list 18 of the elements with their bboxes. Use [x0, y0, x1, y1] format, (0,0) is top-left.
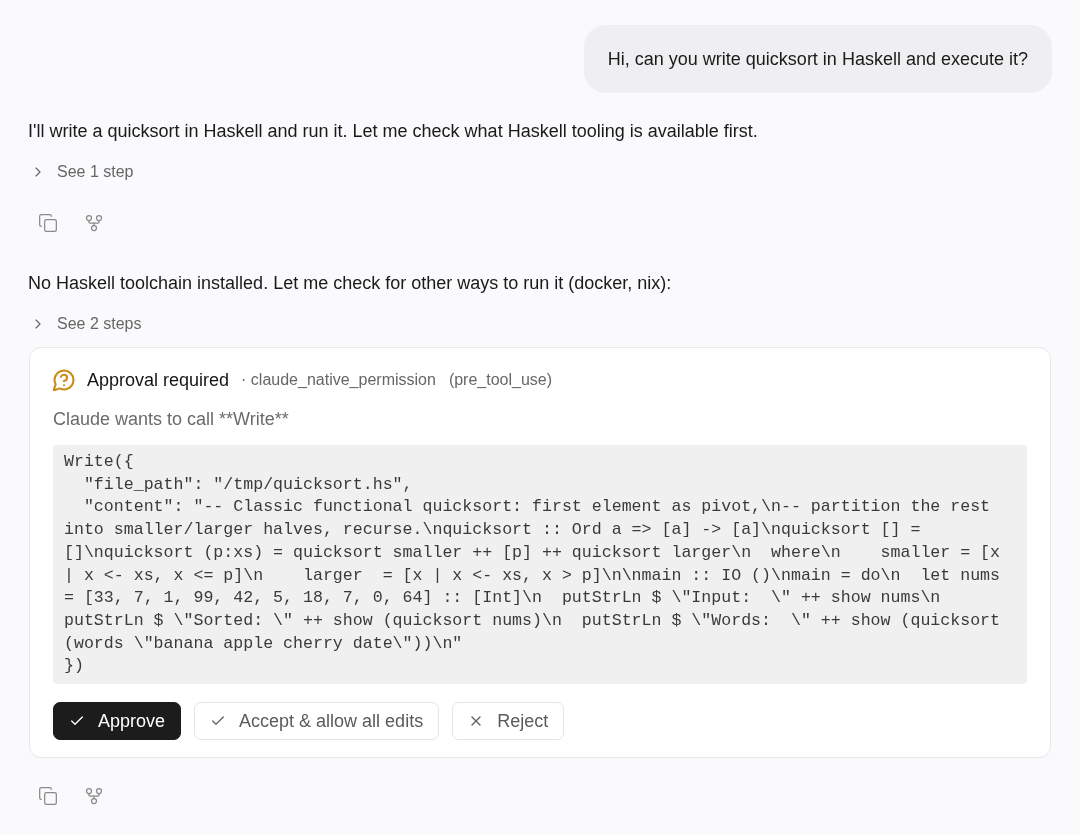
see-steps-link[interactable]: See 1 step	[57, 160, 134, 184]
reject-button[interactable]: Reject	[452, 702, 565, 741]
approval-title: Approval required	[87, 369, 230, 392]
assistant-message: I'll write a quicksort in Haskell and run it. Let me check what Haskell tooling is available first.	[28, 120, 759, 143]
assistant-message: No Haskell toolchain installed. Let me check for other ways to run it (docker, nix):	[28, 272, 673, 295]
hook-tag: (pre_tool_use)	[448, 368, 553, 392]
accept-all-button[interactable]: Accept & allow all edits	[194, 702, 440, 741]
branch-icon[interactable]	[84, 786, 104, 807]
copy-icon[interactable]	[38, 786, 58, 807]
user-message-bubble: Hi, can you write quicksort in Haskell and execute it?	[583, 25, 1052, 93]
approval-message: Claude wants to call **Write**	[53, 408, 290, 431]
copy-icon[interactable]	[38, 213, 58, 233]
question-bubble-icon	[53, 369, 75, 391]
see-steps-link[interactable]: See 2 steps	[57, 312, 142, 336]
code-block: Write({ "file_path": "/tmp/quicksort.hs", "content": "-- Classic functional quicksort: first element as pivot,\n-- partition the rest into smaller/larger halves, recurse.\nquicksort :: Ord a => [a] -> [a]\nquicksort [] = []\nquicksort (p:xs) = quicksort smaller ++ [p] ++ quicksort larger\n where\n smaller = [x | x <- xs, x <= p]\n larger = [x | x <- xs, x > p]\n\nmain :: IO ()\nmain = do\n let nums = [33, 7, 1, 99, 42, 5, 18, 7, 0, 64] :: [Int]\n putStrLn $ \"Input: \" ++ show nums\n putStrLn $ \"Sorted: \" ++ show (quicksort nums)\n putStrLn $ \"Words: \" ++ show (quicksort (words \"banana apple cherry date\"))\n" })	[53, 445, 1027, 685]
branch-icon[interactable]	[84, 213, 104, 233]
approve-button[interactable]: Approve	[53, 702, 182, 741]
permission-source: · claude_native_permission	[241, 370, 436, 390]
